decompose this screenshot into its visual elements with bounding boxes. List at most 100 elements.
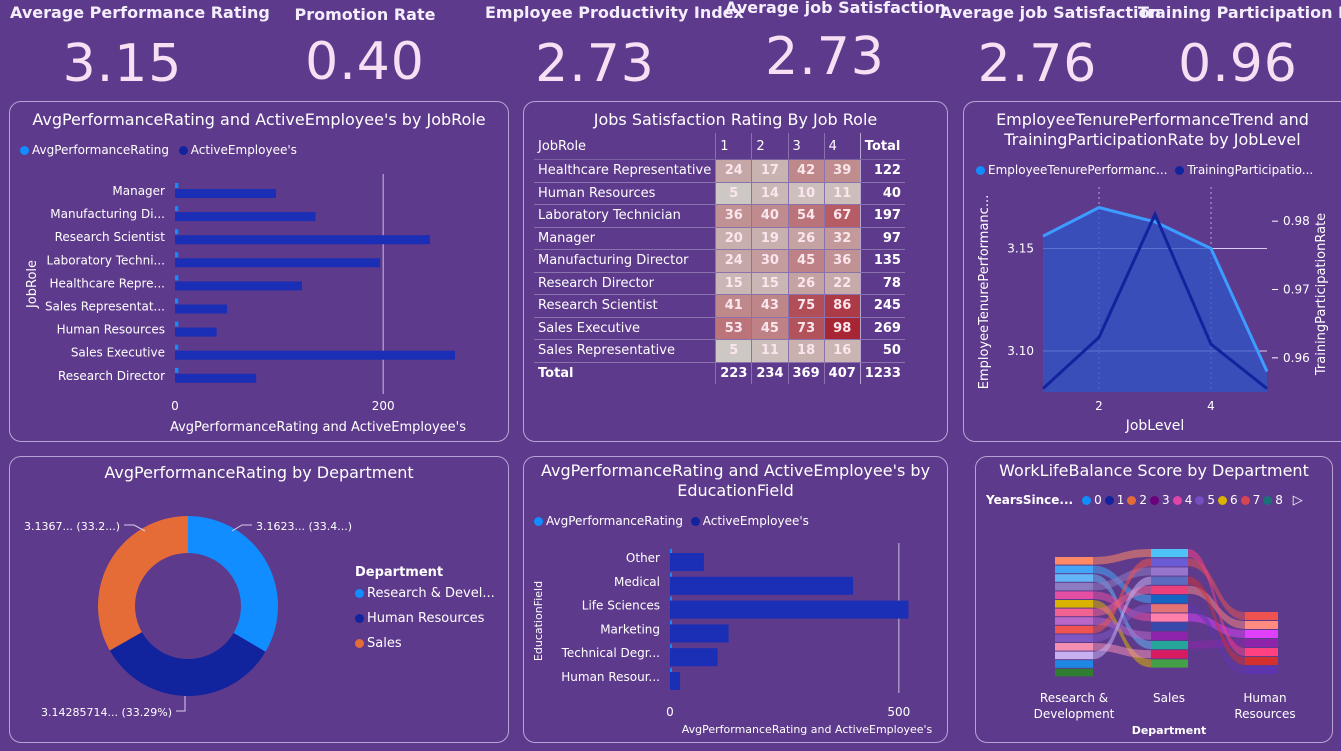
matrix-header[interactable]: 3 <box>787 133 825 160</box>
matrix-header[interactable]: 1 <box>715 133 752 160</box>
matrix-row[interactable]: Research Scientist 41 43 75 86 245 <box>534 294 905 318</box>
matrix-header[interactable]: 4 <box>823 133 861 160</box>
legend-title: Department <box>355 565 444 580</box>
education-chart-panel[interactable]: AvgPerformanceRating and ActiveEmployee'… <box>523 456 948 743</box>
worklife-chart-panel[interactable]: WorkLifeBalance Score by Department Year… <box>975 456 1333 743</box>
matrix-row[interactable]: Healthcare Representative 24 17 42 39 122 <box>534 159 905 183</box>
matrix-value-cell: 36 <box>715 204 752 228</box>
category-label: Sales Executive <box>71 346 165 360</box>
ribbon-segment-rd <box>1055 617 1093 625</box>
matrix-row[interactable]: Laboratory Technician 36 40 54 67 197 <box>534 204 905 228</box>
matrix-header[interactable]: 2 <box>751 133 789 160</box>
matrix-value-cell: 41 <box>715 294 752 318</box>
bar-active-employees <box>670 672 681 690</box>
bar-avg-rating <box>670 549 672 553</box>
ribbon-segment-rd <box>1055 574 1093 582</box>
kpi-value: 0.40 <box>305 32 425 92</box>
matrix-value-cell: 369 <box>787 361 825 384</box>
matrix-value-cell: 407 <box>823 361 861 384</box>
department-label: Development <box>1034 707 1115 721</box>
y-axis-label: EducationField <box>532 581 545 661</box>
matrix-value-cell: 17 <box>751 159 789 183</box>
matrix-role-cell: Manager <box>534 227 716 250</box>
matrix-role-cell: Sales Representative <box>534 339 716 363</box>
satisfaction-matrix[interactable]: JobRole 1 2 3 4 Total Healthcare Represe… <box>534 133 905 384</box>
matrix-role-cell: Total <box>534 361 716 384</box>
donut-data-label: 3.1367... (33.2...) <box>24 520 120 533</box>
ribbon-segment-sales <box>1151 604 1188 613</box>
department-label: Resources <box>1234 707 1295 721</box>
matrix-row[interactable]: Manufacturing Director 24 30 45 36 135 <box>534 249 905 273</box>
legend-dot <box>355 589 364 598</box>
bar-active-employees <box>670 624 729 643</box>
matrix-value-cell: 223 <box>715 361 752 384</box>
matrix-value-cell: 32 <box>823 227 861 250</box>
bar-avg-rating <box>175 275 179 281</box>
ribbon-segment-sales <box>1151 585 1188 594</box>
bar-active-employees <box>175 189 276 198</box>
jobrole-chart-panel[interactable]: AvgPerformanceRating and ActiveEmployee'… <box>9 101 509 442</box>
matrix-value-cell: 19 <box>751 227 789 250</box>
ribbon-segment-hr <box>1245 621 1278 629</box>
matrix-row[interactable]: Research Director 15 15 26 22 78 <box>534 272 905 295</box>
matrix-total-cell: 40 <box>859 182 905 205</box>
matrix-value-cell: 15 <box>715 272 752 295</box>
tenure-chart-panel[interactable]: EmployeeTenurePerformanceTrend and Train… <box>963 101 1341 442</box>
matrix-value-cell: 11 <box>823 182 861 205</box>
ribbon-segment-rd <box>1055 668 1093 677</box>
matrix-role-cell: Laboratory Technician <box>534 204 716 228</box>
matrix-total-cell: 1233 <box>859 361 905 384</box>
education-bar-chart[interactable]: Other Medical Life Sciences Marketing Techni… <box>524 457 947 742</box>
ribbon-segment-sales <box>1151 631 1188 640</box>
category-label: Sales Representat... <box>45 300 165 314</box>
ribbon-segment-rd <box>1055 643 1093 651</box>
matrix-header[interactable]: JobRole <box>534 133 716 160</box>
matrix-value-cell: 5 <box>715 182 752 205</box>
x-axis-label: AvgPerformanceRating and ActiveEmployee'… <box>170 420 466 435</box>
matrix-value-cell: 45 <box>751 317 789 340</box>
legend-item-hr[interactable]: Human Resources <box>355 611 495 626</box>
matrix-total-row[interactable]: Total 223 234 369 407 1233 <box>534 361 905 384</box>
matrix-value-cell: 86 <box>823 294 861 318</box>
category-label: Manager <box>112 184 165 198</box>
matrix-role-cell: Research Director <box>534 272 716 295</box>
matrix-row[interactable]: Human Resources 5 14 10 11 40 <box>534 182 905 205</box>
kpi-label: Average job Satisfaction <box>725 0 946 17</box>
matrix-total-cell: 122 <box>859 159 905 183</box>
matrix-value-cell: 75 <box>787 294 825 318</box>
bar-active-employees <box>670 648 718 667</box>
donut-slice-sales <box>97 516 188 651</box>
legend-item-rd[interactable]: Research & Devel... <box>355 586 495 601</box>
jobrole-bar-chart[interactable]: Manager Manufacturing Di... Research Scien… <box>10 102 508 441</box>
ribbon-segment-sales <box>1151 641 1188 650</box>
ribbon-segment-rd <box>1055 565 1093 574</box>
worklife-ribbon-chart[interactable]: Research & Development Sales Human Resources… <box>976 457 1332 742</box>
tenure-line-chart[interactable]: 3.153.100.980.970.962 4JobLevelEmployeeTe… <box>964 102 1341 441</box>
category-label: Research Director <box>58 369 165 383</box>
matrix-value-cell: 39 <box>823 159 861 183</box>
department-donut-panel[interactable]: AvgPerformanceRating by Department 3.162… <box>9 456 509 743</box>
matrix-row[interactable]: Sales Executive 53 45 73 98 269 <box>534 317 905 340</box>
matrix-header[interactable]: Total <box>859 133 905 160</box>
matrix-total-cell: 78 <box>859 272 905 295</box>
ribbon-segment-sales <box>1151 595 1188 604</box>
donut-legend[interactable]: Department Research & Devel... Human Res… <box>355 565 495 651</box>
matrix-total-cell: 135 <box>859 249 905 273</box>
donut-data-label: 3.1623... (33.4...) <box>256 520 352 533</box>
bar-avg-rating <box>670 572 672 577</box>
legend-item-sales[interactable]: Sales <box>355 636 495 651</box>
satisfaction-matrix-panel[interactable]: Jobs Satisfaction Rating By Job Role Job… <box>523 101 948 442</box>
matrix-value-cell: 22 <box>823 272 861 295</box>
ribbon-segment-sales <box>1151 576 1188 585</box>
department-label: Research & <box>1040 691 1108 705</box>
bar-active-employees <box>175 212 316 222</box>
ribbon-segment-sales <box>1151 567 1188 576</box>
matrix-value-cell: 10 <box>787 182 825 205</box>
ribbon-segment-rd <box>1055 634 1093 642</box>
matrix-row[interactable]: Sales Representative 5 11 18 16 50 <box>534 339 905 363</box>
ribbon-segment-hr <box>1245 639 1278 647</box>
donut-data-label: 3.14285714... (33.29%) <box>41 706 172 719</box>
matrix-value-cell: 54 <box>787 204 825 228</box>
matrix-row[interactable]: Manager 20 19 26 32 97 <box>534 227 905 250</box>
matrix-value-cell: 20 <box>715 227 752 250</box>
